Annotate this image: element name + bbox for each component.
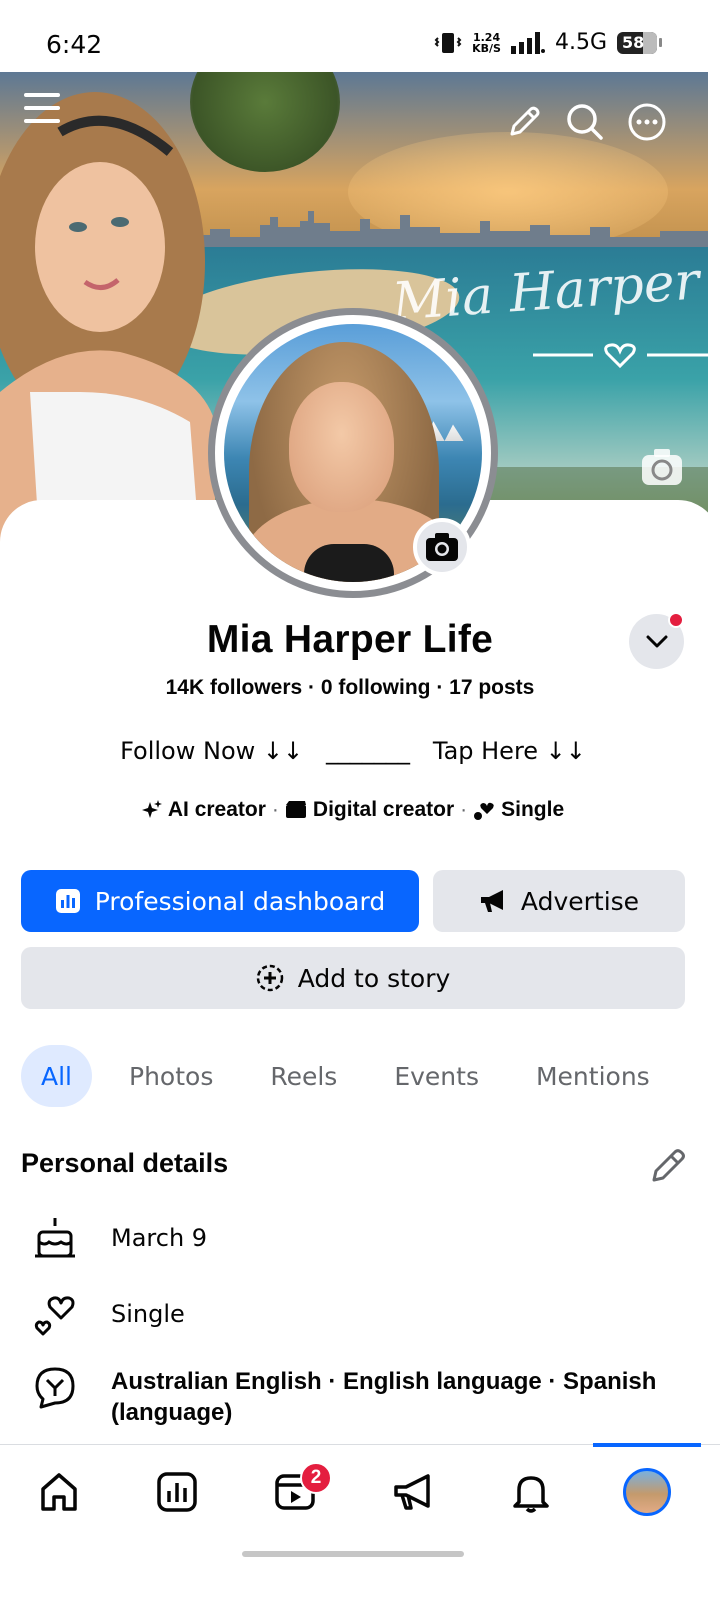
birthday-text: March 9 [111,1224,208,1252]
tab-reels[interactable]: Reels [250,1045,357,1107]
status-bar: 6:42 1.24 KB/S 4.5G 58 [0,0,720,72]
video-notification-badge: 2 [300,1462,332,1494]
tab-events[interactable]: Events [374,1045,499,1107]
bottom-navigation [0,1443,720,1600]
tab-all[interactable]: All [21,1045,92,1107]
profile-name: Mia Harper Life [206,618,494,661]
edit-details-pencil-icon[interactable] [648,1146,688,1186]
tag-label: AI creator [167,798,266,821]
nav-dashboard[interactable] [154,1469,200,1515]
edit-cover-button[interactable] [640,447,684,487]
hearts-icon [34,1296,75,1336]
signal-icon [510,31,545,54]
dashboard-icon [55,889,80,913]
advertise-label: Advertise [520,886,640,916]
tag-label: Single [501,798,565,821]
add-story-icon [256,964,283,992]
cover-portrait [0,92,215,542]
more-icon [628,103,666,141]
network-speed-value: 1.24 [472,30,501,44]
languages-text: Australian English · English language · … [111,1368,657,1426]
nav-profile-avatar[interactable] [623,1468,671,1516]
bell-icon [513,1476,549,1513]
status-indicators: 1.24 KB/S 4.5G 58 [434,30,662,55]
active-tab-indicator [593,1443,701,1447]
hamburger-icon [24,93,60,123]
personal-details-title: Personal details [21,1148,229,1178]
tag-digital-creator: Digital creator [285,798,454,822]
more-options-button[interactable] [625,100,669,144]
city-skyline [190,211,708,247]
edit-profile-picture-button[interactable] [413,518,471,576]
network-speed-unit: KB/S [472,41,501,55]
sparkle-icon [141,800,162,818]
professional-dashboard-button[interactable]: Professional dashboard [21,870,419,932]
relationship-text: Single [111,1300,185,1328]
home-indicator [242,1551,464,1557]
tag-separator: · [460,798,468,821]
camera-icon [642,449,682,485]
battery-icon: 58 [617,31,662,54]
tab-mentions[interactable]: Mentions [516,1045,670,1107]
megaphone-icon [480,890,503,912]
profile-tags: AI creator · Digital creator · Single [0,798,706,822]
search-icon [567,104,603,140]
search-button[interactable] [563,100,607,144]
tag-single: Single [473,798,564,822]
tag-separator: · [271,798,279,821]
network-speed: 1.24 KB/S [472,32,501,54]
nav-notifications[interactable] [508,1469,554,1515]
network-type: 4.5G [554,30,607,55]
edit-profile-button[interactable] [502,100,546,144]
vibrate-icon [434,32,462,53]
tag-label: Digital creator [312,798,455,821]
tag-ai-creator: AI creator [141,798,266,822]
professional-dashboard-label: Professional dashboard [94,886,386,916]
status-time: 6:42 [46,30,103,59]
home-icon [41,1473,77,1511]
birthday-cake-icon [35,1218,75,1258]
camera-icon [426,533,458,561]
notification-dot [668,612,684,628]
detail-birthday: March 9 [0,1214,720,1262]
language-icon [35,1367,75,1409]
profile-tabs: All Photos Reels Events Mentions [21,1045,687,1107]
megaphone-icon [394,1474,430,1510]
detail-languages: Australian English · English language · … [0,1364,720,1434]
detail-relationship: Single [0,1290,720,1338]
nav-home[interactable] [36,1469,82,1515]
advertise-button[interactable]: Advertise [433,870,685,932]
add-to-story-label: Add to story [297,963,451,993]
hearts-icon [474,802,494,820]
profile-bio: Follow Now ↓↓ _______ Tap Here ↓↓ [120,737,586,765]
chevron-down-icon [646,635,667,647]
nav-ads[interactable] [390,1469,436,1515]
dashboard-icon [157,1472,197,1512]
pencil-icon [510,106,540,136]
menu-button[interactable] [20,86,64,130]
profile-stats[interactable]: 14K followers · 0 following · 17 posts [0,676,700,700]
tab-photos[interactable]: Photos [109,1045,233,1107]
heart-divider [533,343,708,369]
add-to-story-button[interactable]: Add to story [21,947,685,1009]
battery-level: 58 [622,33,645,52]
clapperboard-icon [285,801,306,818]
